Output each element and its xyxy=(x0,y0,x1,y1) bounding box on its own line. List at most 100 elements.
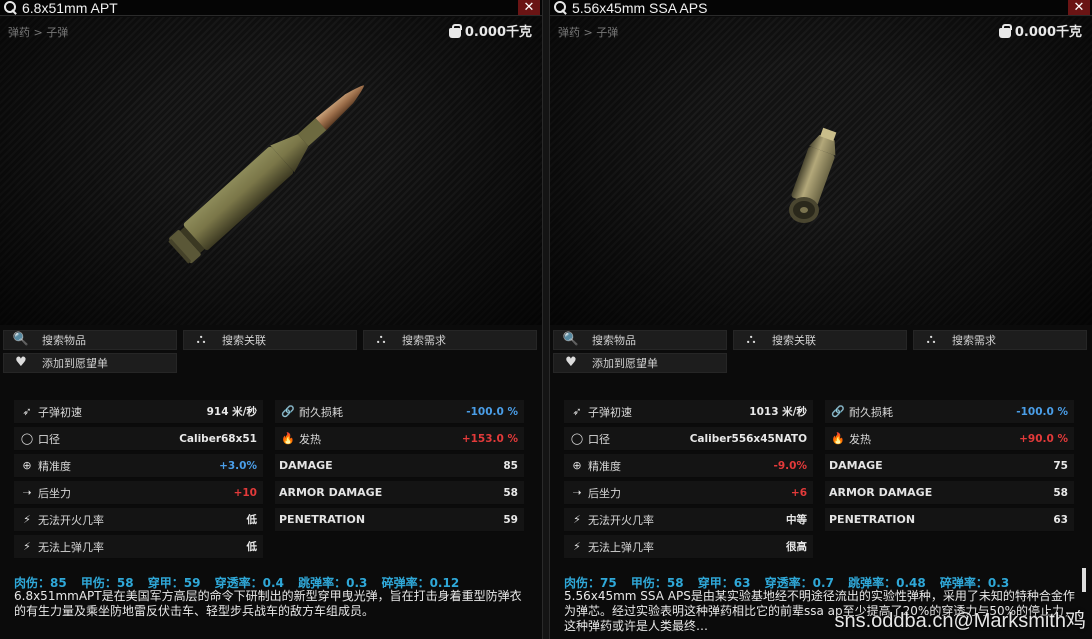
stat-label: 无法上弹几率 xyxy=(38,540,104,554)
add-to-wishlist-button[interactable]: ♥ 添加到愿望单 xyxy=(553,353,727,373)
stat-value: 63 xyxy=(1053,513,1068,526)
stat-row-accuracy: ⊕ 精准度 -9.0% xyxy=(564,454,813,478)
summary-pen-chance: 穿透率：0.7 xyxy=(764,576,834,590)
search-needs-button[interactable]: ⛬ 搜索需求 xyxy=(913,330,1087,350)
stat-value: 75 xyxy=(1053,459,1068,472)
stat-label: PENETRATION xyxy=(279,513,366,526)
stat-label: 口径 xyxy=(38,432,60,446)
heat-icon: 🔥 xyxy=(831,432,845,445)
stat-label: 耐久损耗 xyxy=(849,405,893,419)
stat-row-caliber: ◯ 口径 Caliber556x45NATO xyxy=(564,427,813,451)
stat-label: 发热 xyxy=(849,432,871,446)
action-bar: 🔍 搜索物品 ⛬ 搜索关联 ⛬ 搜索需求 ♥ 添加到愿望单 xyxy=(0,329,542,377)
stat-value: 中等 xyxy=(786,514,807,526)
bullet-icon: ➶ xyxy=(22,405,32,418)
stat-label: PENETRATION xyxy=(829,513,916,526)
stat-row-misfeed: ⚡ 无法上弹几率 很高 xyxy=(564,535,813,559)
stat-value: +153.0 % xyxy=(461,432,518,445)
summary-fragment: 碎弹率：0.3 xyxy=(939,576,1010,590)
breadcrumb: 弹药 > 子弹 xyxy=(558,26,619,39)
hierarchy-icon: ⛬ xyxy=(376,332,386,347)
caliber-icon: ◯ xyxy=(570,432,584,445)
description-scrollbar[interactable] xyxy=(1082,568,1086,592)
stat-row-durability: 🔗 耐久损耗 -100.0 % xyxy=(275,400,524,424)
stat-row-armor-damage: ARMOR DAMAGE 58 xyxy=(275,481,524,505)
stat-value: +6 xyxy=(790,486,807,499)
stat-row-misfire: ⚡ 无法开火几率 低 xyxy=(14,508,263,532)
stat-value: 59 xyxy=(503,513,518,526)
summary-fragment: 碎弹率：0.12 xyxy=(381,576,460,590)
stat-value: +10 xyxy=(233,486,257,499)
item-preview[interactable]: 弹药 > 子弹 0.000千克 xyxy=(550,17,1092,325)
search-item-button[interactable]: 🔍 搜索物品 xyxy=(553,330,727,350)
stat-label: DAMAGE xyxy=(829,459,883,472)
add-to-wishlist-label: 添加到愿望单 xyxy=(592,357,658,370)
summary-flesh-damage: 肉伤：85 xyxy=(14,576,67,590)
misfire-icon: ⚡ xyxy=(23,513,31,526)
window-titlebar[interactable]: 5.56x45mm SSA APS ✕ xyxy=(550,0,1092,16)
hierarchy-icon: ⛬ xyxy=(926,332,936,347)
heat-icon: 🔥 xyxy=(281,432,295,445)
search-related-button[interactable]: ⛬ 搜索关联 xyxy=(183,330,357,350)
stat-value: -100.0 % xyxy=(466,405,518,418)
weight-value: 0.000千克 xyxy=(464,25,532,40)
misfeed-icon: ⚡ xyxy=(573,540,581,553)
stat-label: ARMOR DAMAGE xyxy=(279,486,383,499)
cartridge-image xyxy=(168,85,365,264)
search-needs-button[interactable]: ⛬ 搜索需求 xyxy=(363,330,537,350)
stat-row-accuracy: ⊕ 精准度 +3.0% xyxy=(14,454,263,478)
weight-icon xyxy=(998,23,1012,38)
stat-value: 85 xyxy=(503,459,518,472)
window-titlebar[interactable]: 6.8x51mm APT ✕ xyxy=(0,0,542,16)
stat-label: 后坐力 xyxy=(588,486,621,500)
stat-row-armor-damage: ARMOR DAMAGE 58 xyxy=(825,481,1074,505)
item-preview[interactable]: 弹药 > 子弹 0.000千克 xyxy=(0,17,542,325)
stat-value: 低 xyxy=(246,541,258,553)
recoil-icon: ➝ xyxy=(572,486,582,499)
add-to-wishlist-button[interactable]: ♥ 添加到愿望单 xyxy=(3,353,177,373)
search-item-label: 搜索物品 xyxy=(42,334,86,347)
misfeed-icon: ⚡ xyxy=(23,540,31,553)
cartridge-image xyxy=(789,127,837,223)
stat-row-penetration: PENETRATION 59 xyxy=(275,508,524,532)
heart-plus-icon: ♥ xyxy=(565,355,577,370)
durability-icon: 🔗 xyxy=(831,405,845,418)
stat-label: 无法开火几率 xyxy=(588,513,654,527)
summary-armor-damage: 甲伤：58 xyxy=(630,576,684,590)
stat-row-velocity: ➶ 子弹初速 914 米/秒 xyxy=(14,400,263,424)
stat-value: 低 xyxy=(246,514,258,526)
caliber-icon: ◯ xyxy=(20,432,34,445)
search-item-label: 搜索物品 xyxy=(592,334,636,347)
summary-ricochet: 跳弹率：0.48 xyxy=(848,576,926,590)
stat-row-velocity: ➶ 子弹初速 1013 米/秒 xyxy=(564,400,813,424)
bullet-icon: ➶ xyxy=(572,405,582,418)
search-needs-label: 搜索需求 xyxy=(402,334,446,347)
close-button[interactable]: ✕ xyxy=(1068,0,1090,15)
stat-label: 子弹初速 xyxy=(588,405,632,419)
heart-plus-icon: ♥ xyxy=(15,355,27,370)
search-item-button[interactable]: 🔍 搜索物品 xyxy=(3,330,177,350)
stat-row-caliber: ◯ 口径 Caliber68x51 xyxy=(14,427,263,451)
zoom-in-icon: 🔍 xyxy=(562,332,580,347)
close-button[interactable]: ✕ xyxy=(518,0,540,15)
stat-value: 914 米/秒 xyxy=(206,406,257,418)
search-related-label: 搜索关联 xyxy=(222,334,266,347)
search-icon xyxy=(3,0,19,16)
stat-row-heat: 🔥 发热 +153.0 % xyxy=(275,427,524,451)
summary-armor-damage: 甲伤：58 xyxy=(80,576,134,590)
stat-value: Caliber556x45NATO xyxy=(689,432,807,445)
accuracy-icon: ⊕ xyxy=(22,459,32,472)
stat-label: 后坐力 xyxy=(38,486,71,500)
stat-label: 发热 xyxy=(299,432,321,446)
stat-value: +90.0 % xyxy=(1019,432,1068,445)
stat-label: 无法开火几率 xyxy=(38,513,104,527)
network-icon: ⛬ xyxy=(196,332,206,347)
stat-row-damage: DAMAGE 85 xyxy=(275,454,524,478)
stat-value: Caliber68x51 xyxy=(179,432,257,445)
summary-ricochet: 跳弹率：0.3 xyxy=(298,576,368,590)
search-icon xyxy=(553,0,569,16)
weight-value: 0.000千克 xyxy=(1014,25,1082,40)
stat-label: 子弹初速 xyxy=(38,405,82,419)
search-related-label: 搜索关联 xyxy=(772,334,816,347)
search-related-button[interactable]: ⛬ 搜索关联 xyxy=(733,330,907,350)
